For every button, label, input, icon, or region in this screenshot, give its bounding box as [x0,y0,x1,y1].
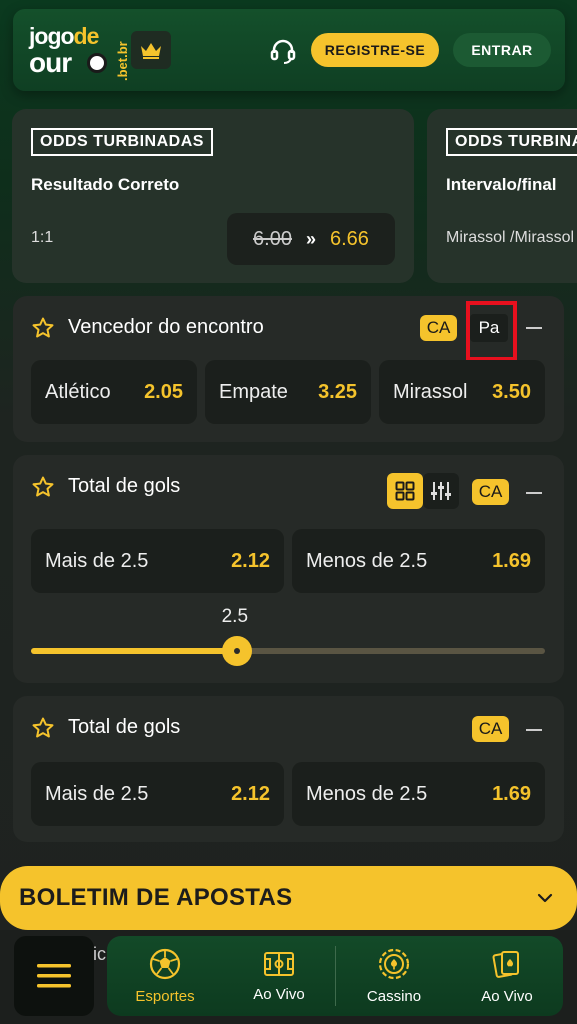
outcome-label: Empate [219,380,288,403]
promo-tag: ODDS TURBINADAS [446,128,577,156]
cash-out-badge: CA [472,479,509,505]
menu-button[interactable] [14,936,94,1016]
bottom-navigation: Esportes Ao Vivo Cassino Ao Vivo [107,936,563,1016]
market-total-goals-slider: Total de gols CA Mais de 2.5 2.12 Menos … [13,455,564,683]
odd-button-under[interactable]: Menos de 2.5 1.69 [292,529,545,593]
new-odd: 6.66 [330,227,369,250]
slider-view-button[interactable] [423,473,459,509]
market-title: Total de gols [68,716,181,738]
slider-value-label: 2.5 [221,606,249,627]
odd-button-under[interactable]: Menos de 2.5 1.69 [292,762,545,826]
nav-divider [335,946,336,1006]
chevron-down-icon[interactable] [533,886,557,910]
collapse-icon[interactable] [526,492,542,494]
support-button[interactable] [269,37,297,65]
top-header: jogode our .bet.br REGISTRE-SE ENTRAR [13,9,565,91]
logo-suffix: .bet.br [115,41,130,81]
outcome-odd: 2.12 [231,549,270,572]
favorite-star-icon[interactable] [31,475,55,499]
logo-text-ouro: our [29,47,72,78]
headset-icon [270,39,296,64]
outcome-label: Menos de 2.5 [306,782,428,805]
promo-selection: Mirassol /Mirassol [446,229,575,246]
peek-text: ic [93,944,106,964]
market-title: Vencedor do encontro [68,316,264,338]
cash-out-badge: CA [420,315,457,341]
grid-icon [395,481,415,501]
nav-cassino[interactable]: Cassino [346,936,442,1016]
site-logo[interactable]: jogode our .bet.br [29,23,130,81]
vip-crown-button[interactable] [131,31,171,69]
old-odd: 6.00 [253,227,292,250]
market-match-winner: Vencedor do encontro CA Pa Atlético 2.05… [13,296,564,442]
nav-label: Esportes [135,987,195,1005]
collapse-icon[interactable] [526,729,542,731]
grid-view-button[interactable] [387,473,423,509]
betslip-bar[interactable]: BOLETIM DE APOSTAS [0,866,577,930]
field-icon [264,951,294,976]
promo-title: Resultado Correto [31,175,180,194]
market-title: Total de gols [68,475,181,497]
odd-button-over[interactable]: Mais de 2.5 2.12 [31,762,284,826]
nav-ao-vivo-cassino[interactable]: Ao Vivo [459,936,555,1016]
favorite-star-icon[interactable] [31,316,55,340]
promo-selection: 1:1 [31,229,54,246]
view-toggle [387,473,459,509]
goal-line-slider-fill [31,648,237,654]
outcome-label: Mais de 2.5 [45,782,149,805]
promo-card-halftime-fulltime[interactable]: ODDS TURBINADAS Intervalo/final Mirassol… [427,109,577,283]
logo-text-de: de [73,23,100,49]
boost-arrow-icon: » [305,228,316,249]
nav-label: Cassino [366,987,422,1005]
login-button[interactable]: ENTRAR [453,33,551,67]
hamburger-icon [37,964,71,988]
highlight-box [466,301,517,361]
soccer-ball-logo-icon [87,53,107,73]
promo-title: Intervalo/final [446,175,557,194]
outcome-odd: 3.25 [318,380,357,403]
outcome-label: Mais de 2.5 [45,549,149,572]
outcome-odd: 2.05 [144,380,183,403]
goal-line-slider-thumb[interactable] [221,636,252,666]
market-total-goals: Total de gols CA Mais de 2.5 2.12 Menos … [13,696,564,842]
outcome-odd: 2.12 [231,782,270,805]
outcome-label: Mirassol [393,380,468,403]
soccer-ball-icon [149,948,181,979]
logo-text-jogo: jogo [29,23,75,49]
odd-button-home[interactable]: Atlético 2.05 [31,360,197,424]
casino-chip-icon [378,948,410,979]
outcome-odd: 3.50 [492,380,531,403]
outcome-odd: 1.69 [492,782,531,805]
outcome-label: Menos de 2.5 [306,549,428,572]
boosted-odd-button[interactable]: 6.00 » 6.66 [227,213,395,265]
promo-tag: ODDS TURBINADAS [31,128,213,156]
crown-icon [141,43,161,59]
cards-icon [492,950,519,978]
favorite-star-icon[interactable] [31,716,55,740]
nav-label: Ao Vivo [253,985,305,1003]
promo-card-correct-score[interactable]: ODDS TURBINADAS Resultado Correto 1:1 6.… [12,109,414,283]
odd-button-away[interactable]: Mirassol 3.50 [379,360,545,424]
register-button[interactable]: REGISTRE-SE [311,33,439,67]
odd-button-over[interactable]: Mais de 2.5 2.12 [31,529,284,593]
odd-button-draw[interactable]: Empate 3.25 [205,360,371,424]
outcome-odd: 1.69 [492,549,531,572]
nav-esportes[interactable]: Esportes [117,936,213,1016]
outcome-label: Atlético [45,380,111,403]
collapse-icon[interactable] [526,327,542,329]
sliders-icon [431,482,451,500]
betslip-title: BOLETIM DE APOSTAS [19,884,293,911]
nav-ao-vivo[interactable]: Ao Vivo [231,936,327,1016]
nav-label: Ao Vivo [481,987,533,1005]
cash-out-badge: CA [472,716,509,742]
